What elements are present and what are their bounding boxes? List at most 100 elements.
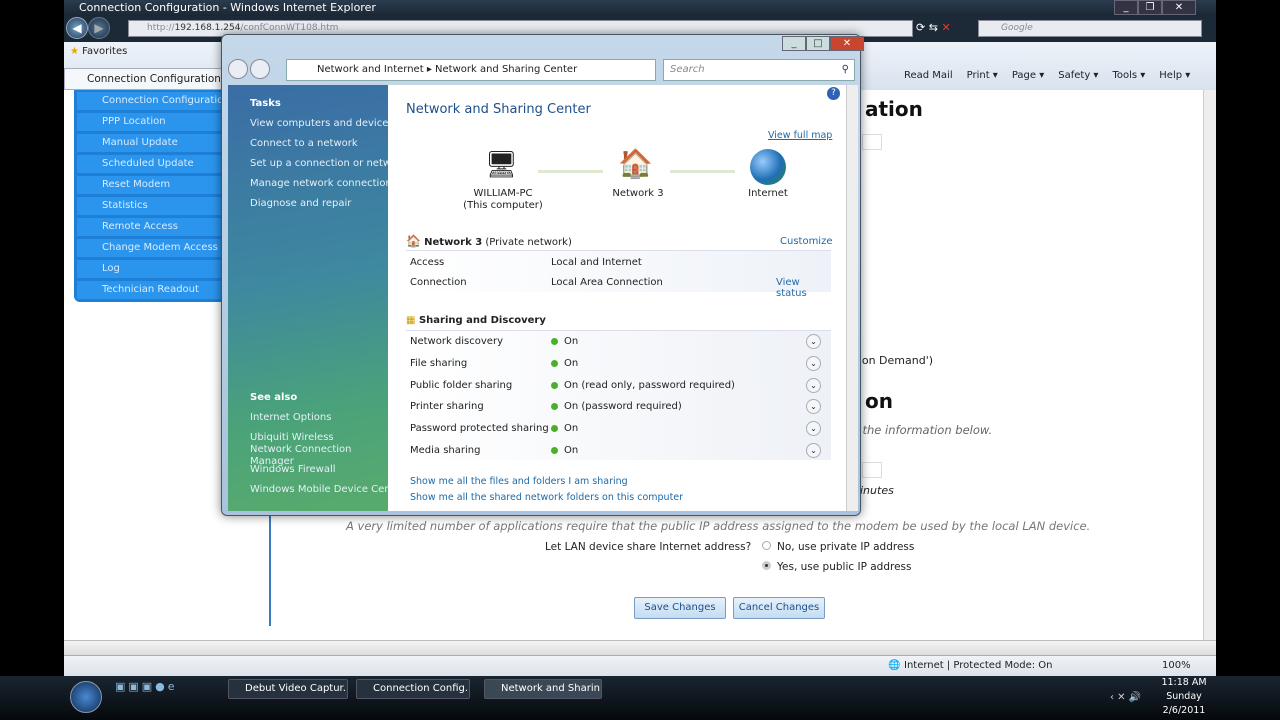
zoom-level[interactable]: 100% xyxy=(1162,660,1191,671)
expand-chevron-icon[interactable]: ⌄ xyxy=(806,421,821,436)
read-mail-button[interactable]: Read Mail xyxy=(904,70,953,81)
search-input[interactable]: Google xyxy=(978,20,1202,37)
sharing-row: Network discovery On ⌄ xyxy=(406,334,831,349)
task-link[interactable]: Diagnose and repair xyxy=(250,198,351,209)
task-link[interactable]: Connect to a network xyxy=(250,138,358,149)
nav-item[interactable]: Change Modem Access C xyxy=(77,239,227,257)
task-link[interactable]: Set up a connection or network xyxy=(250,158,407,169)
nav-item[interactable]: Connection Configuration xyxy=(77,92,227,110)
url-host: 192.168.1.254 xyxy=(174,23,241,33)
close-button[interactable]: ✕ xyxy=(830,36,864,51)
sharing-row: Password protected sharing On ⌄ xyxy=(406,421,831,436)
connection-line xyxy=(670,170,735,173)
status-dot-icon xyxy=(551,402,558,410)
connection-label: Connection xyxy=(410,277,467,288)
safety-menu[interactable]: Safety ▾ xyxy=(1058,70,1098,81)
radio-yes[interactable]: Yes, use public IP address xyxy=(762,561,912,573)
tray-icons[interactable]: ‹ ✕ 🔊 xyxy=(1110,692,1141,703)
nav-item[interactable]: PPP Location xyxy=(77,113,227,131)
back-button[interactable]: ◀ xyxy=(66,17,88,39)
network-sharing-center-window: _ □ ✕ Network and Internet ▸ Network and S… xyxy=(221,34,864,516)
expand-chevron-icon[interactable]: ⌄ xyxy=(806,334,821,349)
minimize-button[interactable]: _ xyxy=(782,36,806,51)
see-also-link[interactable]: Ubiquiti Wireless Network Connection Man… xyxy=(250,432,375,468)
quick-launch-icons[interactable]: ▣▣▣●e xyxy=(115,680,178,693)
radio-no[interactable]: No, use private IP address xyxy=(762,541,914,553)
nav-item[interactable]: Remote Access xyxy=(77,218,227,236)
search-input[interactable]: Search ⚲ xyxy=(663,59,855,81)
sharing-center-main: Network and Sharing Center ? View full m… xyxy=(388,85,846,511)
status-dot-icon xyxy=(551,359,558,367)
breadcrumb-item[interactable]: Network and Sharing Center xyxy=(435,64,577,75)
access-value: Local and Internet xyxy=(551,257,642,268)
view-full-map-link[interactable]: View full map xyxy=(768,130,832,141)
expand-chevron-icon[interactable]: ⌄ xyxy=(806,378,821,393)
see-also-link[interactable]: Internet Options xyxy=(250,412,331,423)
back-button[interactable] xyxy=(228,59,248,79)
horizontal-scrollbar[interactable] xyxy=(64,640,1216,655)
dialog-scrollbar[interactable] xyxy=(846,85,858,511)
status-zone: Internet | Protected Mode: On xyxy=(904,660,1053,671)
connection-line xyxy=(538,170,603,173)
nav-item[interactable]: Technician Readout xyxy=(77,281,227,299)
print-button[interactable]: Print ▾ xyxy=(967,70,998,81)
sharing-heading: ▦ Sharing and Discovery xyxy=(406,315,546,326)
ie-title-bar: Connection Configuration - Windows Inter… xyxy=(64,0,1216,16)
divider xyxy=(269,505,271,626)
help-menu[interactable]: Help ▾ xyxy=(1159,70,1190,81)
text-input[interactable] xyxy=(862,134,882,150)
globe-icon: 🌐 xyxy=(888,660,901,671)
start-button[interactable] xyxy=(70,681,102,713)
search-icon: ⚲ xyxy=(841,64,849,75)
computer-icon: 🖥 xyxy=(485,150,519,180)
vertical-scrollbar[interactable] xyxy=(1203,90,1216,640)
page-menu[interactable]: Page ▾ xyxy=(1012,70,1044,81)
view-status-link[interactable]: View status xyxy=(776,277,831,299)
tasks-heading: Tasks xyxy=(250,98,281,109)
network-label: Network 3 xyxy=(612,188,664,199)
see-also-link[interactable]: Windows Firewall xyxy=(250,464,336,475)
status-dot-icon xyxy=(551,381,558,389)
modem-nav-menu: Connection Configuration PPP Location Ma… xyxy=(74,90,234,302)
nav-item[interactable]: Log xyxy=(77,260,227,278)
refresh-stop-icons[interactable]: ⟳ ⇆ ✕ xyxy=(916,21,951,34)
clock[interactable]: 11:18 AM Sunday 2/6/2011 xyxy=(1160,676,1208,718)
computer-label: WILLIAM-PC (This computer) xyxy=(463,188,543,211)
cancel-changes-button[interactable]: Cancel Changes xyxy=(733,597,825,619)
breadcrumb-item[interactable]: Network and Internet xyxy=(317,64,424,75)
nav-item[interactable]: Manual Update xyxy=(77,134,227,152)
help-icon[interactable]: ? xyxy=(827,87,840,100)
task-link[interactable]: Manage network connections xyxy=(250,178,397,189)
see-also-link[interactable]: Windows Mobile Device Center xyxy=(250,484,405,495)
expand-chevron-icon[interactable]: ⌄ xyxy=(806,443,821,458)
taskbar-item-debut[interactable]: Debut Video Captur... xyxy=(228,679,348,699)
task-link[interactable]: View computers and devices xyxy=(250,118,394,129)
restore-button[interactable]: ❐ xyxy=(1138,0,1162,15)
show-shared-files-link[interactable]: Show me all the files and folders I am s… xyxy=(410,476,628,487)
taskbar-item-network[interactable]: Network and Sharin... xyxy=(484,679,602,699)
nav-item[interactable]: Reset Modem xyxy=(77,176,227,194)
maximize-button[interactable]: □ xyxy=(806,36,830,51)
house-icon: 🏠 xyxy=(618,147,653,180)
breadcrumb[interactable]: Network and Internet ▸ Network and Shari… xyxy=(286,59,656,81)
forward-button[interactable] xyxy=(250,59,270,79)
forward-button[interactable]: ▶ xyxy=(88,17,110,39)
timeout-input[interactable] xyxy=(862,462,882,478)
close-button[interactable]: ✕ xyxy=(1162,0,1196,15)
nav-item[interactable]: Scheduled Update xyxy=(77,155,227,173)
star-icon: ★ xyxy=(70,46,79,57)
note-text: A very limited number of applications re… xyxy=(346,519,1091,533)
favorites-button[interactable]: ★ Favorites xyxy=(70,46,127,57)
show-shared-folders-link[interactable]: Show me all the shared network folders o… xyxy=(410,492,683,503)
tasks-pane: Tasks View computers and devices Connect… xyxy=(228,85,407,511)
customize-link[interactable]: Customize xyxy=(780,236,833,247)
tools-menu[interactable]: Tools ▾ xyxy=(1112,70,1145,81)
expand-chevron-icon[interactable]: ⌄ xyxy=(806,356,821,371)
nav-item[interactable]: Statistics xyxy=(77,197,227,215)
window-controls: _ ❐ ✕ xyxy=(1114,0,1196,15)
expand-chevron-icon[interactable]: ⌄ xyxy=(806,399,821,414)
save-changes-button[interactable]: Save Changes xyxy=(634,597,726,619)
taskbar-item-ie[interactable]: Connection Config... xyxy=(356,679,470,699)
minimize-button[interactable]: _ xyxy=(1114,0,1138,15)
globe-icon xyxy=(750,149,786,185)
